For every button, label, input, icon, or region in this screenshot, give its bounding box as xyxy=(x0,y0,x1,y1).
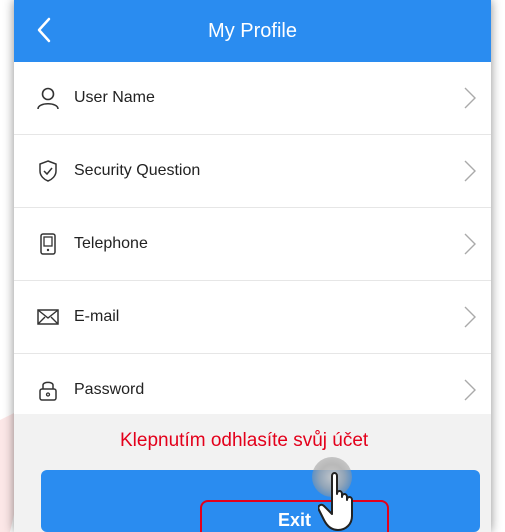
shield-check-icon xyxy=(36,159,60,183)
bottom-area: Klepnutím odhlasíte svůj účet Exit xyxy=(14,414,491,532)
padlock-icon xyxy=(36,378,60,402)
chevron-right-icon xyxy=(464,379,476,401)
menu-item-security-question[interactable]: Security Question xyxy=(14,135,491,208)
phone-icon xyxy=(36,232,60,256)
back-button[interactable] xyxy=(24,10,64,50)
menu-item-label: Telephone xyxy=(74,235,148,252)
menu-item-telephone[interactable]: Telephone xyxy=(14,208,491,281)
menu-item-label: Password xyxy=(74,381,145,398)
chevron-right-icon xyxy=(464,160,476,182)
exit-button[interactable]: Exit xyxy=(41,470,480,532)
chevron-right-icon xyxy=(464,306,476,328)
pointing-hand-icon xyxy=(318,472,353,531)
chevron-left-icon xyxy=(37,17,51,43)
menu-item-label: E-mail xyxy=(74,308,120,325)
page-title: My Profile xyxy=(208,19,297,42)
envelope-icon xyxy=(36,305,60,329)
menu-item-label: User Name xyxy=(74,89,155,106)
app-header: My Profile xyxy=(14,0,491,62)
menu-item-label: Security Question xyxy=(74,162,201,179)
menu-item-user-name[interactable]: User Name xyxy=(14,62,491,135)
menu-item-email[interactable]: E-mail xyxy=(14,281,491,354)
user-icon xyxy=(36,86,60,110)
chevron-right-icon xyxy=(464,87,476,109)
tutorial-hint: Klepnutím odhlasíte svůj účet xyxy=(120,430,369,451)
profile-menu: User Name Security Question Telephone E-… xyxy=(14,62,491,427)
phone-screen: My Profile User Name Security Question T… xyxy=(14,0,491,532)
exit-button-label: Exit xyxy=(277,510,311,530)
chevron-right-icon xyxy=(464,233,476,255)
